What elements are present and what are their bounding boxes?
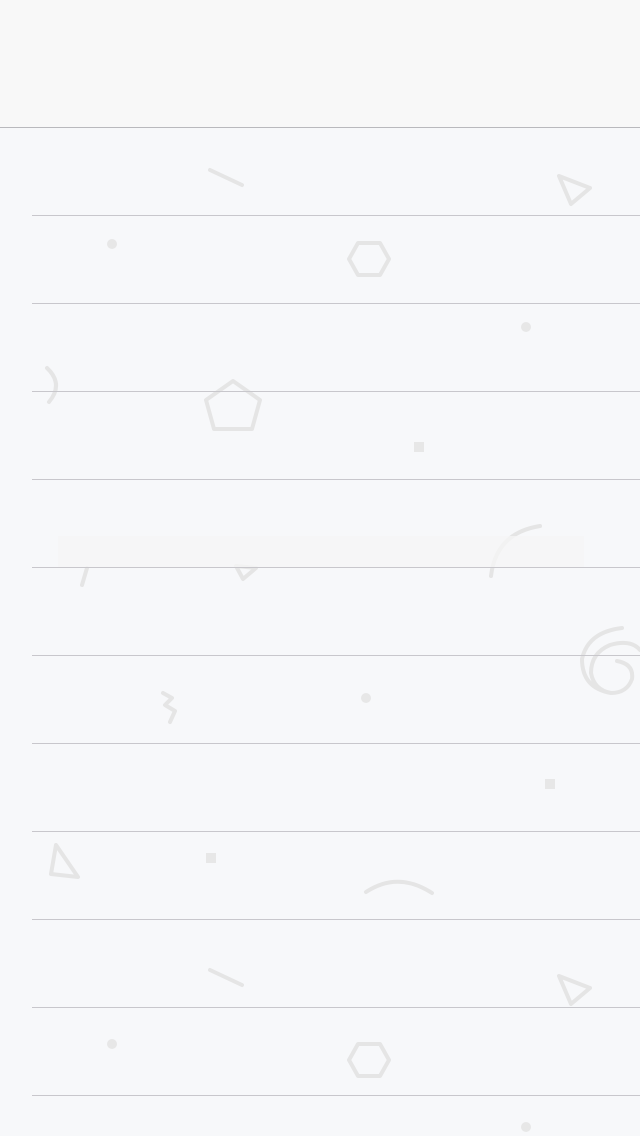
table-row[interactable] xyxy=(0,568,640,656)
table-row[interactable] xyxy=(0,128,640,216)
table-row[interactable] xyxy=(0,1008,640,1096)
loading-placeholder xyxy=(58,536,584,567)
app-screen xyxy=(0,0,640,1136)
table-row[interactable] xyxy=(0,304,640,392)
table-row[interactable] xyxy=(0,656,640,744)
table-row[interactable] xyxy=(0,832,640,920)
table-row[interactable] xyxy=(0,216,640,304)
table-row[interactable] xyxy=(0,392,640,480)
navigation-bar xyxy=(0,0,640,128)
table-row[interactable] xyxy=(0,920,640,1008)
table-row[interactable] xyxy=(0,1096,640,1136)
table-list xyxy=(0,128,640,1136)
table-row[interactable] xyxy=(0,744,640,832)
